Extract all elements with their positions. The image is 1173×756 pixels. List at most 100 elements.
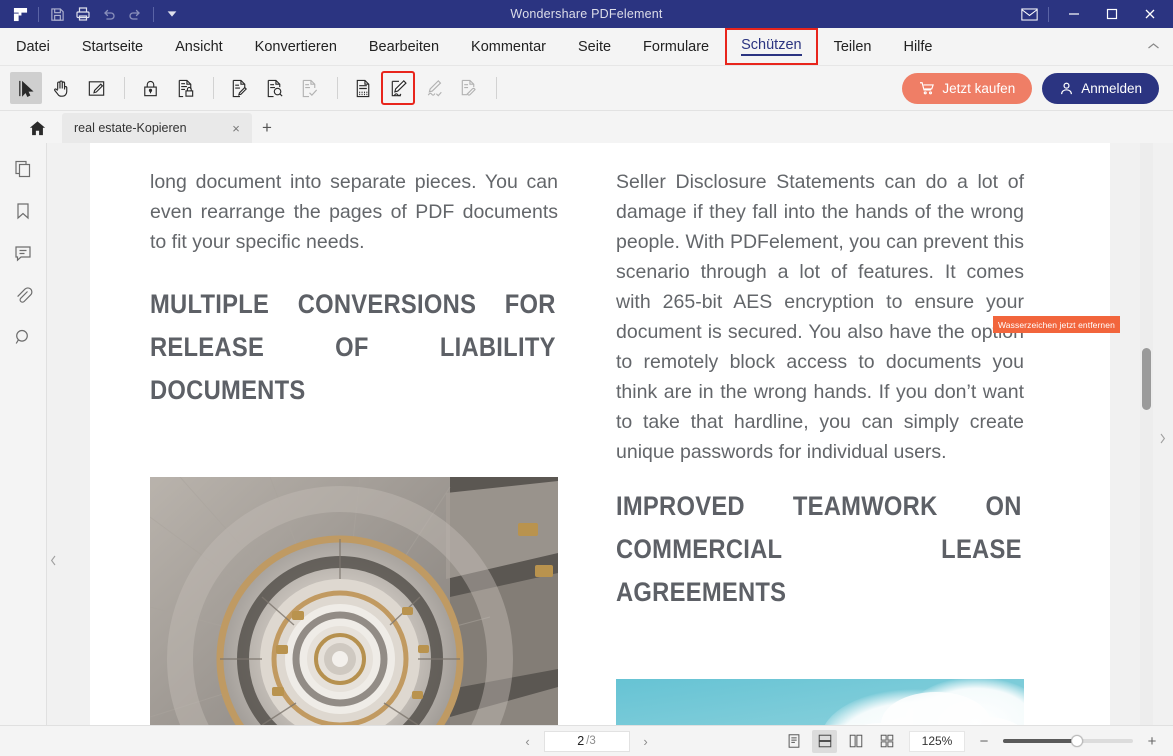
menu-item-datei[interactable]: Datei [0, 28, 66, 65]
divider [124, 77, 125, 99]
spiral-staircase-photo [150, 477, 558, 725]
new-tab-button[interactable]: + [252, 113, 282, 143]
bookmarks-panel-icon[interactable] [8, 197, 38, 225]
minimize-button[interactable] [1055, 0, 1093, 28]
menu-bar: Datei Startseite Ansicht Konvertieren Be… [0, 28, 1173, 66]
menu-label: Konvertieren [254, 38, 337, 55]
mail-icon[interactable] [1012, 0, 1046, 28]
select-tool[interactable] [10, 72, 42, 104]
account-actions: Jetzt kaufen Anmelden [902, 72, 1173, 104]
document-tab-label: real estate-Kopieren [74, 121, 187, 135]
page-number-input[interactable]: 2 /3 [543, 730, 630, 752]
document-tab-strip: real estate-Kopieren × + [0, 111, 1173, 143]
collapse-right-panel-icon[interactable] [1159, 433, 1166, 447]
remove-signature-tool[interactable] [452, 72, 484, 104]
menu-item-bearbeiten[interactable]: Bearbeiten [353, 28, 455, 65]
collapse-left-panel-icon[interactable] [50, 555, 57, 569]
menu-label: Seite [577, 38, 612, 55]
maximize-button[interactable] [1093, 0, 1131, 28]
ribbon-toolbar: Jetzt kaufen Anmelden [0, 66, 1173, 111]
menu-item-konvertieren[interactable]: Konvertieren [239, 28, 353, 65]
thumbnails-panel-icon[interactable] [8, 155, 38, 183]
menu-item-startseite[interactable]: Startseite [66, 28, 159, 65]
menu-label: Hilfe [903, 38, 933, 55]
search-redact-tool[interactable] [258, 72, 290, 104]
menu-label: Ansicht [175, 38, 223, 55]
zoom-slider-fill [1003, 739, 1078, 743]
login-button[interactable]: Anmelden [1042, 72, 1159, 104]
current-page-value: 2 [577, 734, 585, 748]
two-page-view-button[interactable] [843, 730, 868, 753]
home-tab[interactable] [18, 113, 56, 143]
close-icon[interactable]: × [228, 121, 244, 136]
right-paragraph: Seller Disclosure Statements can do a lo… [616, 171, 1024, 463]
redo-icon[interactable] [122, 3, 148, 25]
view-controls: 125% − + [781, 729, 1173, 753]
menu-item-seite[interactable]: Seite [562, 28, 627, 65]
sanitize-tool[interactable] [347, 72, 379, 104]
next-page-button[interactable]: › [638, 734, 654, 749]
menu-item-teilen[interactable]: Teilen [818, 28, 888, 65]
login-label: Anmelden [1081, 80, 1142, 96]
left-heading: MULTIPLE CONVERSIONS FOR RELEASE OF LIAB… [150, 289, 556, 405]
menu-item-ansicht[interactable]: Ansicht [159, 28, 239, 65]
menu-label: Datei [16, 38, 50, 55]
save-icon[interactable] [44, 3, 70, 25]
vertical-scrollbar[interactable] [1140, 143, 1153, 725]
zoom-slider[interactable] [1003, 735, 1133, 747]
pdf-page: long document into separate pieces. You … [90, 143, 1110, 725]
close-button[interactable] [1131, 0, 1169, 28]
edit-tool[interactable] [80, 72, 112, 104]
attachments-panel-icon[interactable] [8, 281, 38, 309]
document-tab[interactable]: real estate-Kopieren × [62, 113, 252, 143]
single-page-view-button[interactable] [781, 730, 806, 753]
search-panel-icon[interactable] [8, 323, 38, 351]
comments-panel-icon[interactable] [8, 239, 38, 267]
password-protect-tool[interactable] [134, 72, 166, 104]
divider [153, 6, 154, 22]
permission-tool[interactable] [169, 72, 201, 104]
divider [337, 77, 338, 99]
continuous-scroll-view-button[interactable] [812, 729, 837, 753]
menu-label: Schützen [741, 37, 802, 56]
side-panel-rail [0, 143, 47, 725]
previous-page-button[interactable]: ‹ [520, 734, 536, 749]
menu-item-kommentar[interactable]: Kommentar [455, 28, 562, 65]
zoom-out-button[interactable]: − [977, 733, 991, 750]
hand-tool[interactable] [45, 72, 77, 104]
menu-label: Kommentar [471, 38, 546, 55]
menu-item-schuetzen[interactable]: Schützen [725, 28, 818, 65]
customize-dropdown-icon[interactable] [159, 3, 185, 25]
undo-icon[interactable] [96, 3, 122, 25]
buy-now-button[interactable]: Jetzt kaufen [902, 72, 1033, 104]
document-viewer[interactable]: long document into separate pieces. You … [60, 143, 1140, 725]
zoom-level-value[interactable]: 125% [909, 730, 965, 752]
verify-tool[interactable] [293, 72, 325, 104]
zoom-in-button[interactable]: + [1145, 733, 1159, 750]
scrollbar-thumb[interactable] [1142, 348, 1151, 410]
divider [1048, 6, 1049, 22]
menu-label: Teilen [833, 38, 872, 55]
buy-now-label: Jetzt kaufen [942, 80, 1016, 96]
application-window: Wondershare PDFelement Datei Startseite … [0, 0, 1173, 756]
page-left-column: long document into separate pieces. You … [150, 167, 558, 725]
right-heading: IMPROVED TEAMWORK ON COMMERCIAL LEASE AG… [616, 491, 1022, 607]
right-gutter [1153, 143, 1173, 725]
print-icon[interactable] [70, 3, 96, 25]
menu-item-formulare[interactable]: Formulare [627, 28, 725, 65]
title-bar: Wondershare PDFelement [0, 0, 1173, 28]
sign-document-tool[interactable] [381, 71, 415, 105]
remove-watermark-toast[interactable]: Wasserzeichen jetzt entfernen [993, 316, 1120, 333]
page-right-column: Seller Disclosure Statements can do a lo… [616, 167, 1024, 725]
validate-signature-tool[interactable] [417, 72, 449, 104]
total-pages-label: /3 [586, 735, 596, 747]
menu-label: Startseite [81, 38, 144, 55]
collapse-ribbon-icon[interactable] [1133, 28, 1173, 65]
grid-view-button[interactable] [874, 730, 899, 753]
sky-clouds-building-photo [616, 679, 1024, 725]
menu-item-hilfe[interactable]: Hilfe [887, 28, 948, 65]
redact-tool[interactable] [223, 72, 255, 104]
zoom-slider-handle[interactable] [1071, 735, 1083, 747]
quick-access-toolbar [0, 3, 185, 25]
workspace: long document into separate pieces. You … [0, 143, 1173, 725]
